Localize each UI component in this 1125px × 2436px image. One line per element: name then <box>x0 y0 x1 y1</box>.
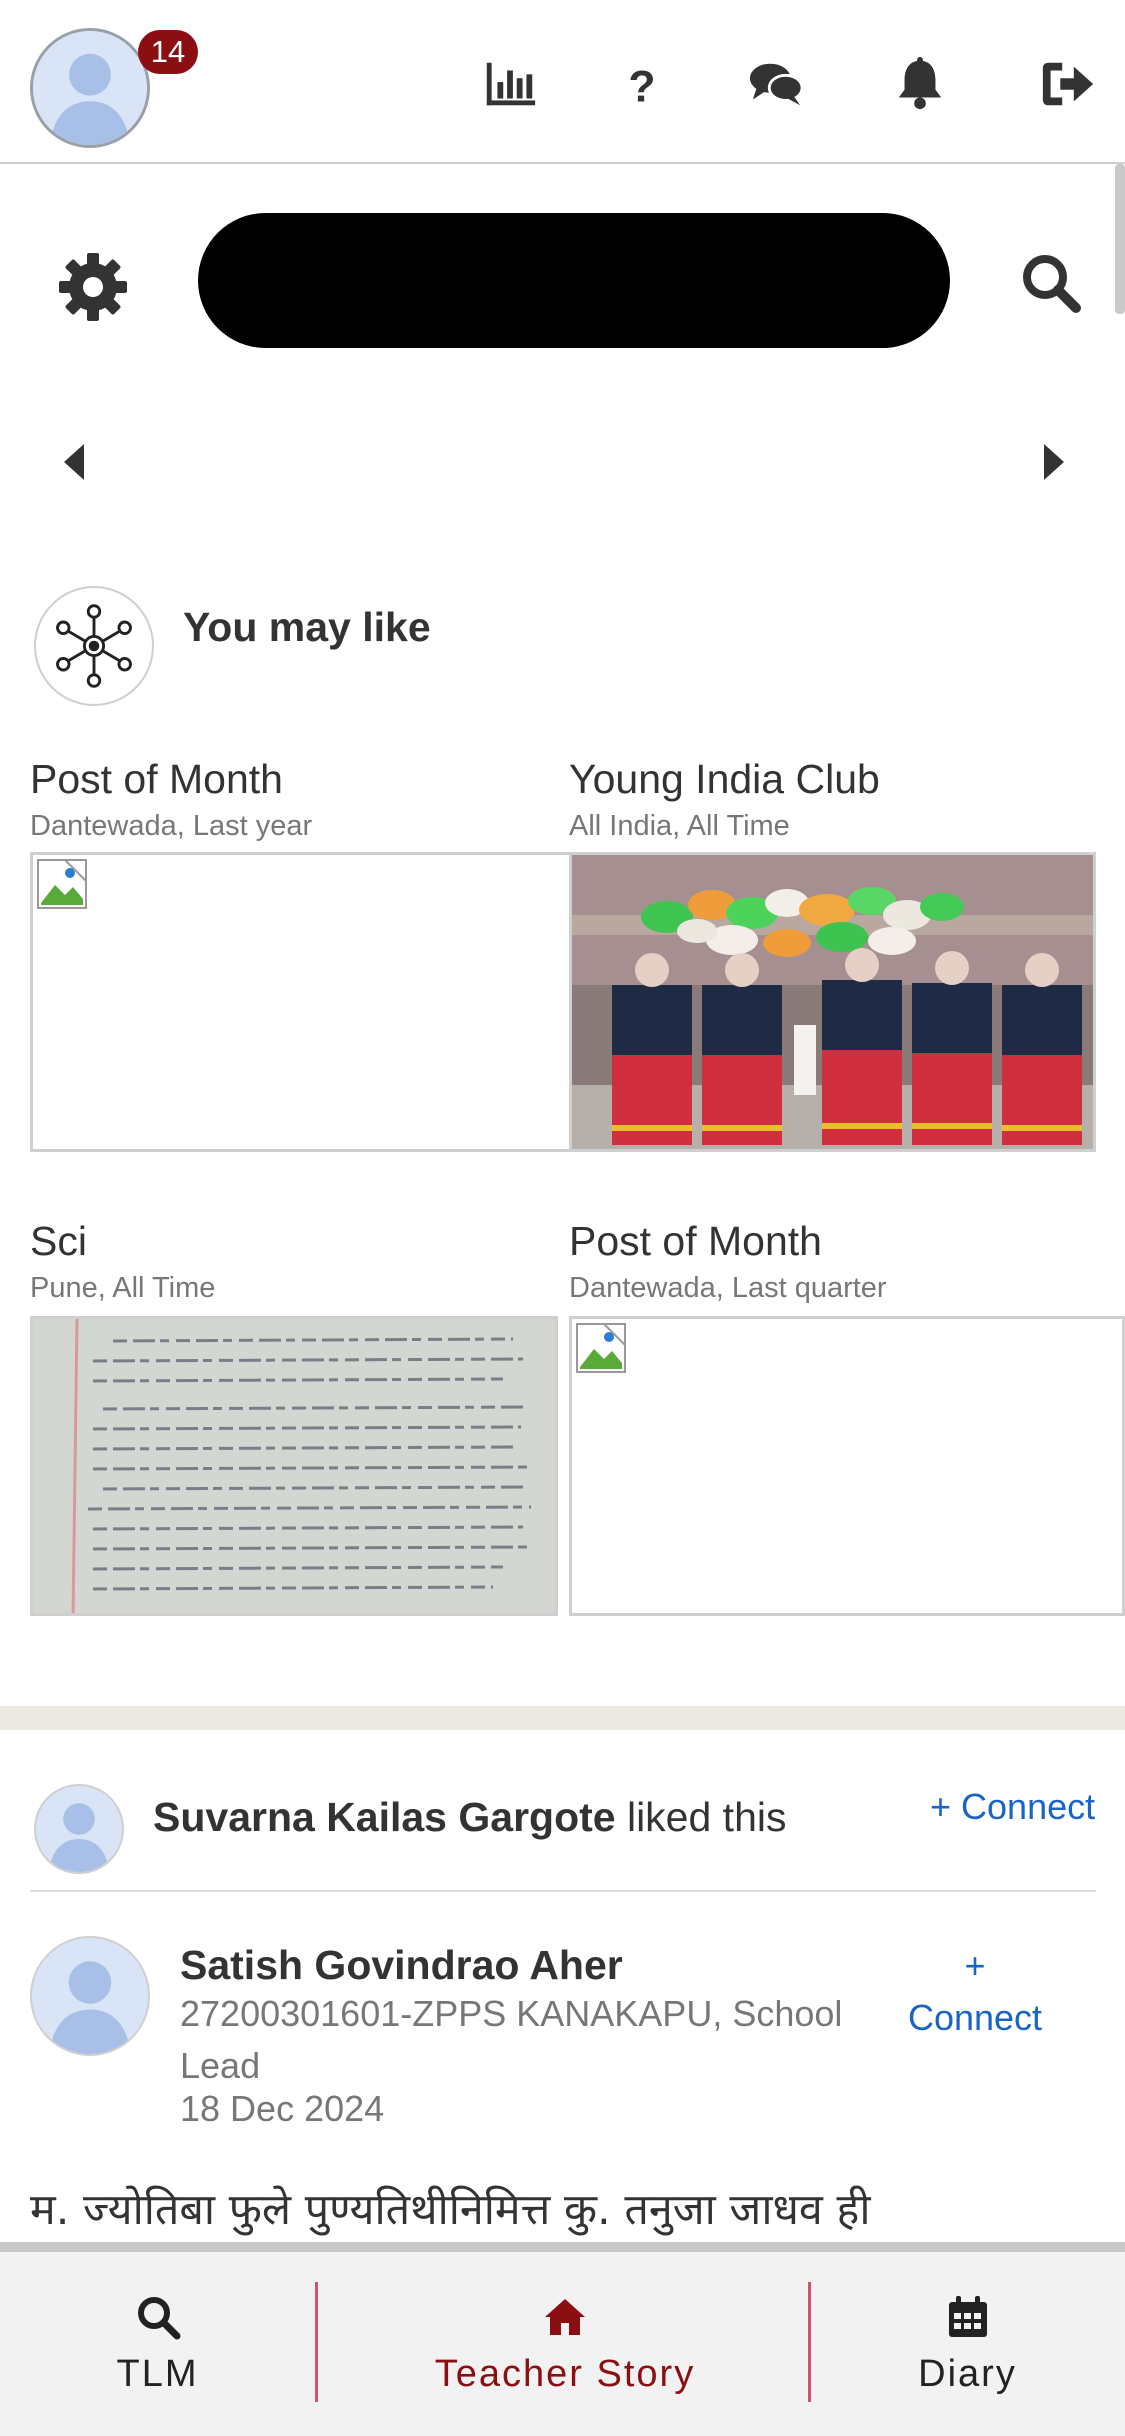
broken-image-icon <box>37 859 87 909</box>
liked-activity-line: Suvarna Kailas Gargote liked this <box>153 1794 787 1841</box>
user-silhouette-icon <box>36 1786 122 1872</box>
card-title[interactable]: Young India Club <box>569 756 880 803</box>
nav-item-teacher-story[interactable]: Teacher Story <box>330 2252 800 2436</box>
profile-avatar[interactable] <box>30 28 150 148</box>
liker-name[interactable]: Suvarna Kailas Gargote <box>153 1794 616 1840</box>
author-name[interactable]: Satish Govindrao Aher <box>180 1942 623 1989</box>
broken-image-icon <box>576 1323 626 1373</box>
handwritten-notes-image <box>33 1319 555 1613</box>
gear-icon[interactable] <box>58 252 128 322</box>
card-subtitle: All India, All Time <box>569 810 790 842</box>
nav-separator <box>808 2282 811 2402</box>
nav-separator <box>315 2282 318 2402</box>
search-icon <box>137 2296 180 2339</box>
help-icon[interactable]: ? <box>610 52 674 116</box>
card-image-broken[interactable] <box>569 1316 1125 1616</box>
bell-icon[interactable] <box>888 52 952 116</box>
calendar-icon <box>948 2295 987 2337</box>
card-subtitle: Dantewada, Last quarter <box>569 1272 887 1304</box>
card-image-broken[interactable] <box>30 852 586 1152</box>
liked-suffix: liked this <box>615 1794 787 1840</box>
connect-plus: + <box>964 1945 986 1986</box>
search-input[interactable] <box>198 213 950 348</box>
network-icon <box>34 586 154 706</box>
author-school: 27200301601-ZPPS KANAKAPU, School Lead <box>180 1993 843 2086</box>
user-silhouette-icon <box>32 1938 148 2054</box>
scrollbar[interactable] <box>1115 164 1125 314</box>
chat-icon[interactable] <box>744 52 808 116</box>
liker-avatar[interactable] <box>34 1784 124 1874</box>
card-image-photo[interactable] <box>569 852 1096 1152</box>
logout-icon[interactable] <box>1036 52 1100 116</box>
caret-right-icon[interactable] <box>1036 436 1072 488</box>
caret-left-icon[interactable] <box>56 436 92 488</box>
group-photo-image <box>572 855 1093 1149</box>
connect-author-button[interactable]: + Connect <box>900 1940 1050 2044</box>
notification-count-badge: 14 <box>138 30 198 74</box>
bar-chart-icon[interactable] <box>478 52 542 116</box>
svg-text:?: ? <box>628 62 655 111</box>
card-title[interactable]: Post of Month <box>569 1218 822 1265</box>
section-divider <box>0 1706 1125 1730</box>
card-subtitle: Dantewada, Last year <box>30 810 313 842</box>
nav-item-diary[interactable]: Diary <box>870 2252 1065 2436</box>
card-image-notes[interactable] <box>30 1316 558 1616</box>
nav-label: Diary <box>918 2352 1017 2395</box>
nav-item-tlm[interactable]: TLM <box>60 2252 255 2436</box>
top-bar: 14 ? <box>0 0 1125 164</box>
card-title[interactable]: Sci <box>30 1218 87 1265</box>
home-icon <box>545 2298 585 2335</box>
nav-label: Teacher Story <box>434 2352 696 2395</box>
card-subtitle: Pune, All Time <box>30 1272 216 1304</box>
nav-label: TLM <box>116 2352 199 2395</box>
author-avatar[interactable] <box>30 1936 150 2056</box>
post-text: म. ज्योतिबा फुले पुण्यतिथीनिमित्त कु. तन… <box>30 2185 871 2235</box>
user-silhouette-icon <box>33 31 147 145</box>
search-icon[interactable] <box>1018 250 1084 316</box>
post-date: 18 Dec 2024 <box>180 2088 385 2129</box>
you-may-like-title: You may like <box>183 604 431 650</box>
divider <box>30 1890 1096 1892</box>
connect-label: Connect <box>907 1997 1043 2038</box>
card-title[interactable]: Post of Month <box>30 756 283 803</box>
connect-button[interactable]: + Connect <box>930 1786 1095 1828</box>
bottom-nav: TLM Teacher Story Diary <box>0 2242 1125 2436</box>
